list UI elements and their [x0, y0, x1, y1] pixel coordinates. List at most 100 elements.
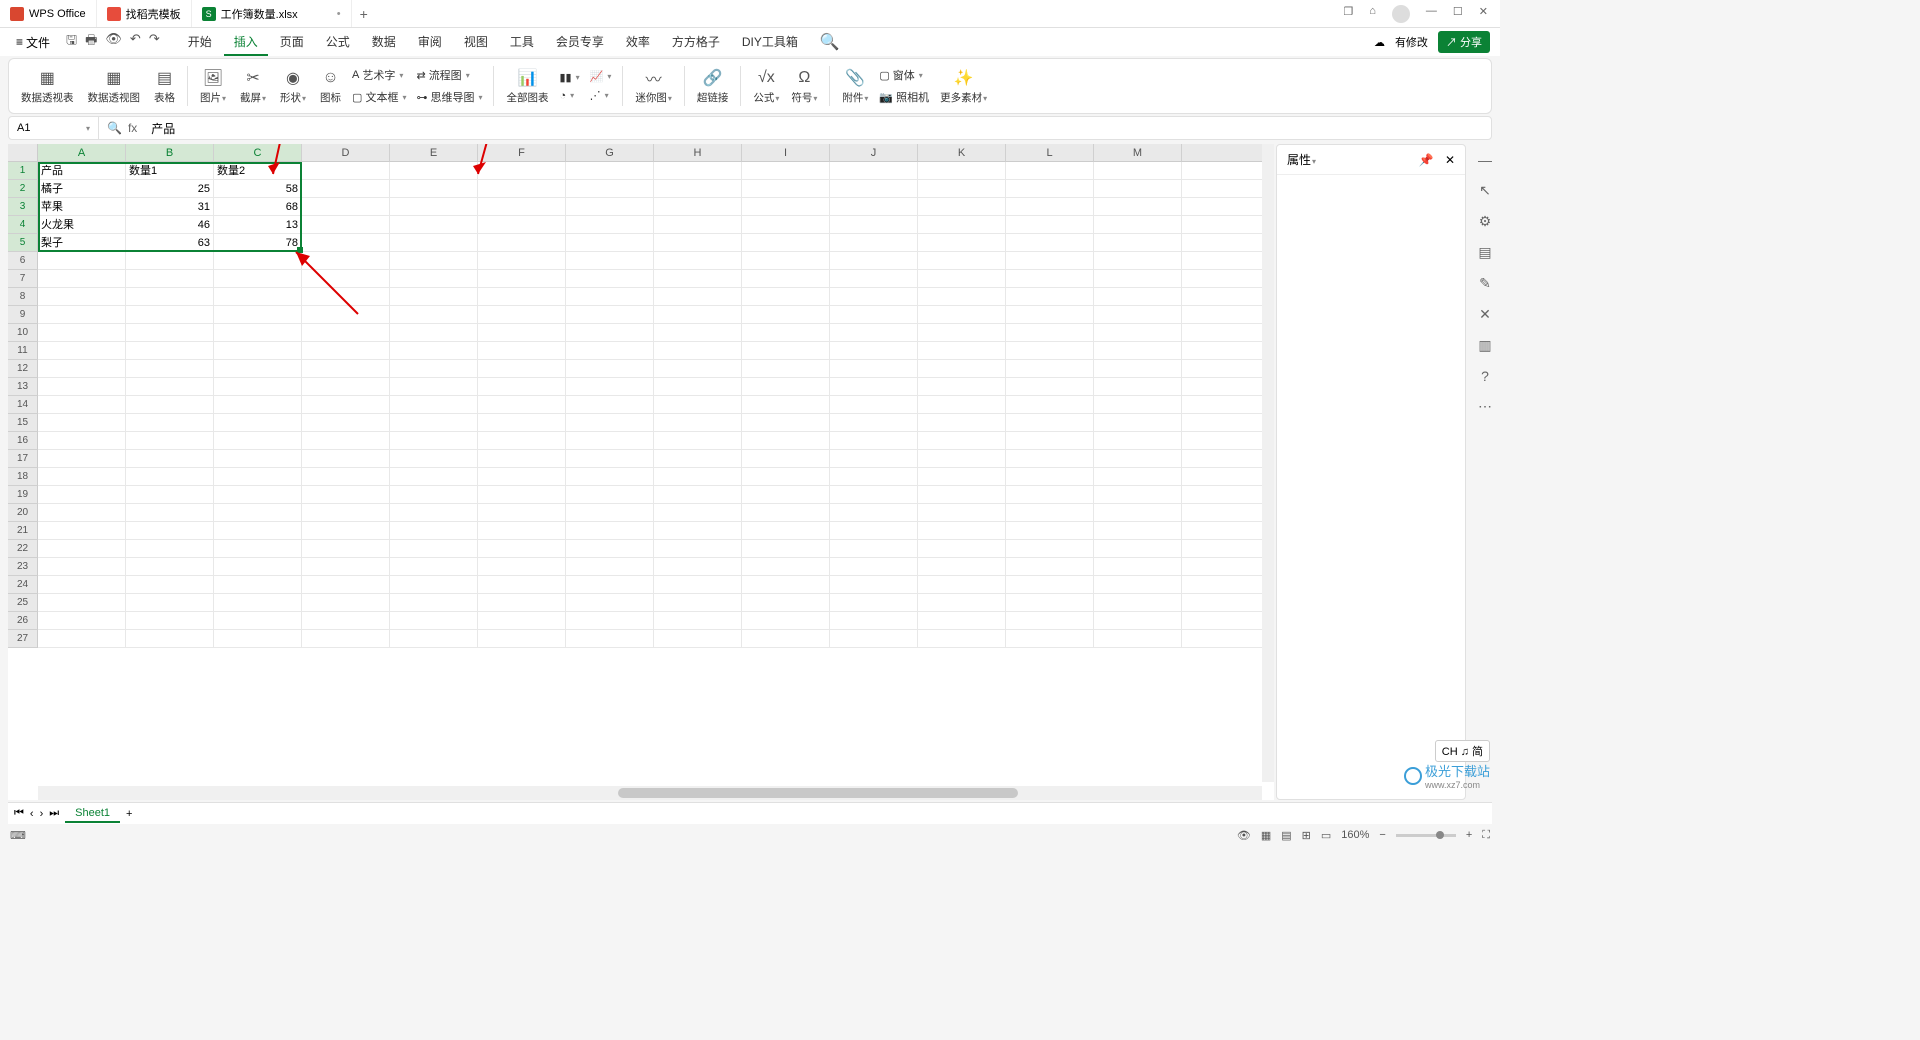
- cell[interactable]: [390, 576, 478, 594]
- cell[interactable]: [1006, 414, 1094, 432]
- cell[interactable]: [918, 306, 1006, 324]
- cell[interactable]: [742, 468, 830, 486]
- next-sheet-icon[interactable]: ›: [40, 808, 44, 820]
- cell[interactable]: [478, 612, 566, 630]
- cell[interactable]: [654, 324, 742, 342]
- cell[interactable]: 63: [126, 234, 214, 252]
- cell[interactable]: [1094, 522, 1182, 540]
- cell[interactable]: [830, 414, 918, 432]
- row-header[interactable]: 5: [8, 234, 38, 252]
- redo-icon[interactable]: ↷: [149, 31, 160, 53]
- row-header[interactable]: 19: [8, 486, 38, 504]
- cell[interactable]: [918, 630, 1006, 648]
- cell[interactable]: [126, 450, 214, 468]
- cell[interactable]: [830, 396, 918, 414]
- cell[interactable]: [1182, 324, 1270, 342]
- cell[interactable]: [654, 522, 742, 540]
- menu-tab-8[interactable]: 会员专享: [546, 29, 614, 56]
- fullscreen-icon[interactable]: ⛶: [1482, 829, 1490, 842]
- cell[interactable]: [38, 324, 126, 342]
- cell[interactable]: [654, 414, 742, 432]
- cell[interactable]: [566, 252, 654, 270]
- cell[interactable]: [38, 486, 126, 504]
- cell[interactable]: [654, 342, 742, 360]
- cell[interactable]: 68: [214, 198, 302, 216]
- cell[interactable]: [918, 378, 1006, 396]
- cell[interactable]: [830, 306, 918, 324]
- cell[interactable]: [1182, 396, 1270, 414]
- row-header[interactable]: 26: [8, 612, 38, 630]
- row-header[interactable]: 1: [8, 162, 38, 180]
- table-button[interactable]: ▤表格: [150, 68, 179, 105]
- style-tool-icon[interactable]: ✎: [1479, 275, 1491, 292]
- cell[interactable]: [742, 414, 830, 432]
- cell[interactable]: [918, 396, 1006, 414]
- cell[interactable]: [478, 504, 566, 522]
- cell[interactable]: [830, 558, 918, 576]
- cell[interactable]: [1006, 558, 1094, 576]
- cell[interactable]: [126, 558, 214, 576]
- menu-tab-1[interactable]: 插入: [224, 29, 268, 56]
- cell[interactable]: [830, 288, 918, 306]
- cell[interactable]: [566, 234, 654, 252]
- column-header[interactable]: K: [918, 144, 1006, 162]
- cell[interactable]: [654, 198, 742, 216]
- cell[interactable]: [1094, 306, 1182, 324]
- cell[interactable]: [390, 252, 478, 270]
- cell[interactable]: [918, 558, 1006, 576]
- pivot-chart-button[interactable]: ▦数据透视图: [84, 68, 145, 105]
- cell[interactable]: [830, 198, 918, 216]
- view-grid-icon[interactable]: ⊞: [1302, 829, 1311, 842]
- cell[interactable]: [390, 594, 478, 612]
- cell[interactable]: [918, 360, 1006, 378]
- cell[interactable]: [1006, 360, 1094, 378]
- cell[interactable]: [742, 450, 830, 468]
- cell[interactable]: [830, 594, 918, 612]
- cell[interactable]: [566, 270, 654, 288]
- cell[interactable]: 46: [126, 216, 214, 234]
- cell[interactable]: [390, 612, 478, 630]
- cell[interactable]: [214, 324, 302, 342]
- cell[interactable]: [654, 468, 742, 486]
- cell[interactable]: [830, 234, 918, 252]
- cell[interactable]: [38, 288, 126, 306]
- row-header[interactable]: 11: [8, 342, 38, 360]
- cell[interactable]: [1182, 252, 1270, 270]
- book-tool-icon[interactable]: ▥: [1478, 337, 1491, 354]
- cell[interactable]: [1094, 378, 1182, 396]
- cell[interactable]: [742, 342, 830, 360]
- cell[interactable]: [214, 522, 302, 540]
- cell[interactable]: [214, 288, 302, 306]
- cell[interactable]: [478, 558, 566, 576]
- cell[interactable]: [654, 558, 742, 576]
- close-pane-icon[interactable]: ✕: [1445, 153, 1455, 167]
- cell[interactable]: [566, 414, 654, 432]
- cell[interactable]: [1094, 324, 1182, 342]
- cell[interactable]: [654, 612, 742, 630]
- cell[interactable]: [830, 270, 918, 288]
- cell[interactable]: [654, 180, 742, 198]
- cell[interactable]: [1182, 306, 1270, 324]
- cell[interactable]: [830, 612, 918, 630]
- cell[interactable]: [126, 306, 214, 324]
- cell[interactable]: [1094, 486, 1182, 504]
- cell[interactable]: [1094, 576, 1182, 594]
- cell[interactable]: [126, 594, 214, 612]
- cell[interactable]: [214, 450, 302, 468]
- cell[interactable]: [126, 468, 214, 486]
- menu-tab-6[interactable]: 视图: [454, 29, 498, 56]
- view-eye-icon[interactable]: 👁: [1237, 829, 1251, 842]
- cell[interactable]: 13: [214, 216, 302, 234]
- cell[interactable]: [38, 504, 126, 522]
- horizontal-scrollbar[interactable]: [38, 786, 1262, 800]
- cell[interactable]: [654, 540, 742, 558]
- cell[interactable]: [566, 180, 654, 198]
- view-reader-icon[interactable]: ▭: [1321, 829, 1331, 842]
- cell[interactable]: [38, 612, 126, 630]
- cell[interactable]: [1094, 270, 1182, 288]
- cell[interactable]: [126, 612, 214, 630]
- menu-tab-5[interactable]: 审阅: [408, 29, 452, 56]
- namebox-dropdown-icon[interactable]: ▾: [86, 124, 90, 133]
- cell[interactable]: [566, 558, 654, 576]
- cell[interactable]: [390, 630, 478, 648]
